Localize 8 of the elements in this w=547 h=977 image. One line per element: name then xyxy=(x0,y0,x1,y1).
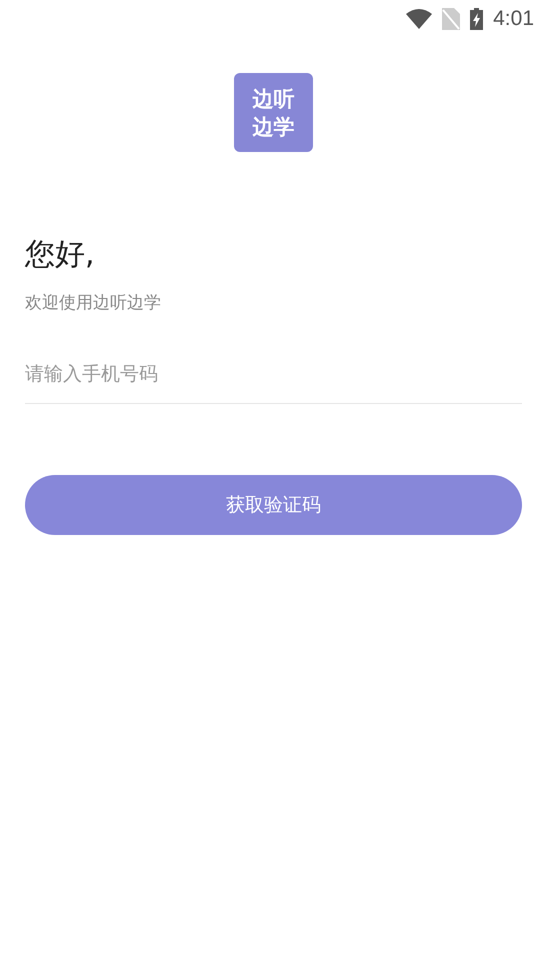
battery-icon xyxy=(470,8,484,30)
wifi-icon xyxy=(406,9,432,29)
greeting-heading: 您好, xyxy=(25,236,96,274)
clock-time: 4:01 xyxy=(493,7,534,31)
no-sim-icon xyxy=(442,8,460,30)
welcome-text: 欢迎使用边听边学 xyxy=(25,292,162,314)
app-logo: 边听 边学 xyxy=(234,73,313,152)
get-code-button[interactable]: 获取验证码 xyxy=(25,475,522,535)
